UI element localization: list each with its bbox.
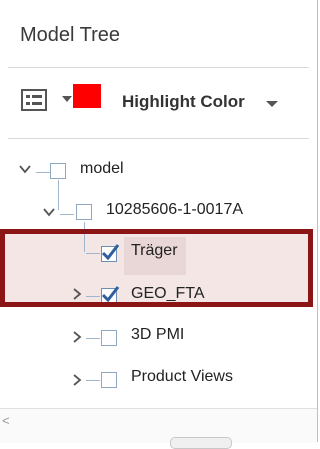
tree-connector-line: [60, 214, 74, 215]
visibility-checkbox[interactable]: [101, 330, 117, 346]
visibility-checkbox[interactable]: [50, 163, 66, 179]
panel-title: Model Tree: [20, 24, 121, 46]
highlight-color-dropdown-icon[interactable]: [266, 101, 278, 107]
scroll-left-arrow-icon[interactable]: <: [2, 413, 10, 428]
tree-item-label[interactable]: 3D PMI: [131, 326, 184, 344]
expand-chevron-right-icon[interactable]: [70, 373, 84, 387]
visibility-checkbox[interactable]: [76, 204, 92, 220]
expand-chevron-down-icon[interactable]: [42, 205, 56, 219]
tree-item-label[interactable]: 10285606-1-0017A: [106, 201, 243, 219]
model-tree-panel: Model Tree Highlight Color model 1028560…: [0, 0, 318, 449]
tree-connector-line: [86, 338, 100, 339]
expand-chevron-right-icon[interactable]: [70, 330, 84, 344]
list-options-icon[interactable]: [21, 89, 47, 111]
annotation-highlight-frame: [0, 229, 313, 307]
highlight-color-label[interactable]: Highlight Color: [122, 92, 245, 112]
tree-connector-line: [36, 172, 50, 173]
highlight-color-swatch[interactable]: [73, 84, 101, 108]
tree-connector-line: [86, 380, 100, 381]
options-dropdown-caret-icon[interactable]: [62, 96, 72, 102]
tree-connector-line: [58, 180, 59, 210]
tree-item-label[interactable]: model: [80, 160, 124, 178]
toolbar-divider: [8, 138, 309, 139]
title-divider: [8, 67, 309, 68]
horizontal-scrollbar[interactable]: <: [0, 408, 317, 449]
visibility-checkbox[interactable]: [101, 372, 117, 388]
scrollbar-thumb[interactable]: [170, 437, 232, 449]
tree-item-label[interactable]: Product Views: [131, 368, 233, 386]
expand-chevron-down-icon[interactable]: [18, 162, 32, 176]
